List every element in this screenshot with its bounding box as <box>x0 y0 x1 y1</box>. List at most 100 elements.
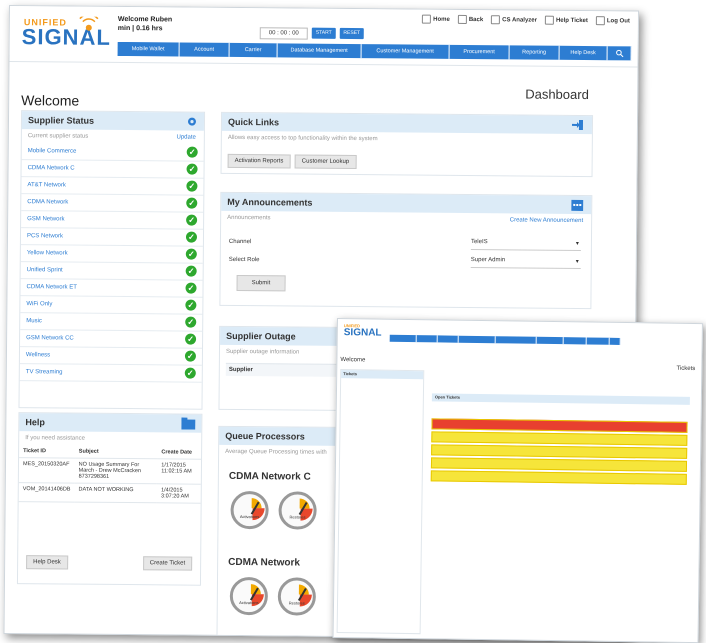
overlay-welcome: Welcome <box>340 357 366 364</box>
nav-help-desk[interactable]: Help Desk <box>559 45 608 61</box>
announcements-panel: My Announcements Announcements Create Ne… <box>219 191 593 310</box>
supplier-status-subtitle: Current supplier status <box>27 133 89 140</box>
activation-reports-button[interactable]: Activation Reports <box>227 153 291 169</box>
page-title-welcome: Welcome <box>21 92 80 109</box>
calendar-icon[interactable] <box>571 198 584 212</box>
list-item[interactable]: GSM Network ✓ <box>21 211 204 230</box>
overlay-nav-item[interactable] <box>609 337 621 345</box>
cs-analyzer-link[interactable]: CS Analyzer <box>491 15 537 25</box>
check-icon: ✓ <box>186 163 198 175</box>
create-announcement-link[interactable]: Create New Announcement <box>510 217 583 224</box>
gauge-label: Activations <box>239 600 259 606</box>
col-subject: Subject <box>74 445 158 459</box>
login-arrow-icon[interactable] <box>571 119 584 131</box>
submit-button[interactable]: Submit <box>236 274 286 292</box>
table-row[interactable] <box>431 418 688 433</box>
ticket-id-cell: MES_20150320AF <box>18 457 75 484</box>
nav-carrier[interactable]: Carrier <box>229 42 278 58</box>
overlay-nav-item[interactable] <box>458 335 496 344</box>
list-item[interactable]: Yellow Network ✓ <box>20 245 203 264</box>
queue-processors-title: Queue Processors <box>225 430 305 442</box>
list-item[interactable]: PCS Network ✓ <box>20 228 204 247</box>
nav-database-management[interactable]: Database Management <box>277 43 362 59</box>
check-icon: ✓ <box>185 299 197 311</box>
list-item[interactable]: Music ✓ <box>20 313 203 332</box>
check-icon: ✓ <box>186 180 198 192</box>
list-item[interactable]: Unified Sprint ✓ <box>20 262 203 281</box>
announcements-subheader: Announcements Create New Announcement <box>221 211 591 228</box>
overlay-nav-item[interactable] <box>495 336 537 344</box>
create-ticket-button[interactable]: Create Ticket <box>142 556 193 571</box>
unified-signal-logo[interactable]: UNIFIED SIGNAL <box>22 14 111 50</box>
help-desk-button[interactable]: Help Desk <box>26 555 68 570</box>
list-item[interactable]: Wellness ✓ <box>19 347 203 366</box>
overlay-nav-item[interactable] <box>563 337 587 345</box>
table-row[interactable] <box>431 431 688 446</box>
col-create-date: Create Date <box>157 446 202 460</box>
supplier-name: TV Streaming <box>25 369 63 376</box>
nav-search-button[interactable] <box>607 46 632 61</box>
gear-icon[interactable] <box>186 116 198 128</box>
chevron-down-icon: ▾ <box>575 258 579 265</box>
supplier-list: Mobile Commerce ✓ CDMA Network C ✓ AT&T Netw… <box>19 143 204 383</box>
quick-links-buttons: Activation Reports Customer Lookup <box>222 145 592 175</box>
start-button[interactable]: START <box>311 27 336 39</box>
main-nav: Mobile Wallet Account Carrier Database M… <box>117 41 638 61</box>
nav-mobile-wallet[interactable]: Mobile Wallet <box>117 41 180 57</box>
table-row[interactable]: VOM_20141406DB DATA NOT WORKING 1/4/2015… <box>18 482 201 504</box>
list-item[interactable]: CDMA Network ✓ <box>21 194 204 213</box>
queue-group-title: CDMA Network <box>228 556 301 569</box>
nav-account[interactable]: Account <box>179 42 230 57</box>
table-row[interactable] <box>431 444 688 459</box>
channel-select[interactable]: TeleIS ▾ <box>470 239 581 251</box>
help-header: Help <box>19 413 202 433</box>
overlay-nav-item[interactable] <box>389 334 417 343</box>
role-select[interactable]: Super Admin ▾ <box>470 257 581 269</box>
nav-customer-management[interactable]: Customer Management <box>361 44 450 59</box>
back-link[interactable]: Back <box>457 14 483 24</box>
table-row[interactable]: MES_20150320AF NO Usage Summary For Marc… <box>18 457 202 485</box>
nav-reporting[interactable]: Reporting <box>509 45 560 60</box>
overlay-nav-item[interactable] <box>437 335 459 343</box>
role-label: Select Role <box>228 256 260 264</box>
signal-waves-icon <box>79 16 99 31</box>
logout-link[interactable]: Log Out <box>595 16 630 26</box>
quick-links-title: Quick Links <box>227 116 280 128</box>
gauge-activations: Activations <box>229 576 269 616</box>
gauge-restores: Restores <box>278 491 317 530</box>
list-item[interactable]: CDMA Network ET ✓ <box>20 279 203 298</box>
overlay-nav-item[interactable] <box>586 337 610 345</box>
list-item[interactable]: GSM Network CC ✓ <box>20 330 203 349</box>
session-timer: 00 : 00 : 00 <box>259 27 308 40</box>
channel-value: TeleIS <box>470 239 488 246</box>
table-row[interactable] <box>430 470 687 485</box>
supplier-name: WiFi Only <box>26 301 53 308</box>
table-row[interactable] <box>430 457 688 472</box>
nav-procurement[interactable]: Procurement <box>449 44 510 60</box>
check-icon: ✓ <box>184 350 196 362</box>
overlay-tickets-title: Tickets <box>676 365 696 373</box>
help-ticket-table: Ticket ID Subject Create Date MES_201503… <box>18 445 202 504</box>
gauge-label: Restores <box>289 514 306 520</box>
list-item[interactable]: AT&T Network ✓ <box>21 177 204 196</box>
list-item[interactable]: WiFi Only ✓ <box>20 296 203 315</box>
overlay-nav-item[interactable] <box>416 335 438 343</box>
channel-label: Channel <box>228 238 252 246</box>
overlay-nav-item[interactable] <box>536 336 564 345</box>
help-ticket-link[interactable]: Help Ticket <box>544 15 588 25</box>
tickets-screenshot-overlay: UNIFIED SIGNAL Welcome Tickets Tickets O… <box>332 318 703 643</box>
list-item[interactable]: CDMA Network C ✓ <box>21 160 204 179</box>
update-link[interactable]: Update <box>176 134 195 140</box>
home-link[interactable]: Home <box>422 14 450 24</box>
announcements-subtitle: Announcements <box>227 214 271 222</box>
list-item[interactable]: TV Streaming ✓ <box>19 364 202 383</box>
gauge-activations: Activations <box>230 490 269 530</box>
ticket-id-cell: VOM_20141406DB <box>18 482 75 503</box>
help-icon <box>544 15 555 25</box>
chevron-down-icon: ▾ <box>575 240 579 247</box>
list-item[interactable]: Mobile Commerce ✓ <box>21 143 204 162</box>
role-value: Super Admin <box>470 257 506 264</box>
reset-button[interactable]: RESET <box>339 27 364 40</box>
customer-lookup-button[interactable]: Customer Lookup <box>294 154 357 170</box>
queue-group-title: CDMA Network C <box>228 470 311 483</box>
